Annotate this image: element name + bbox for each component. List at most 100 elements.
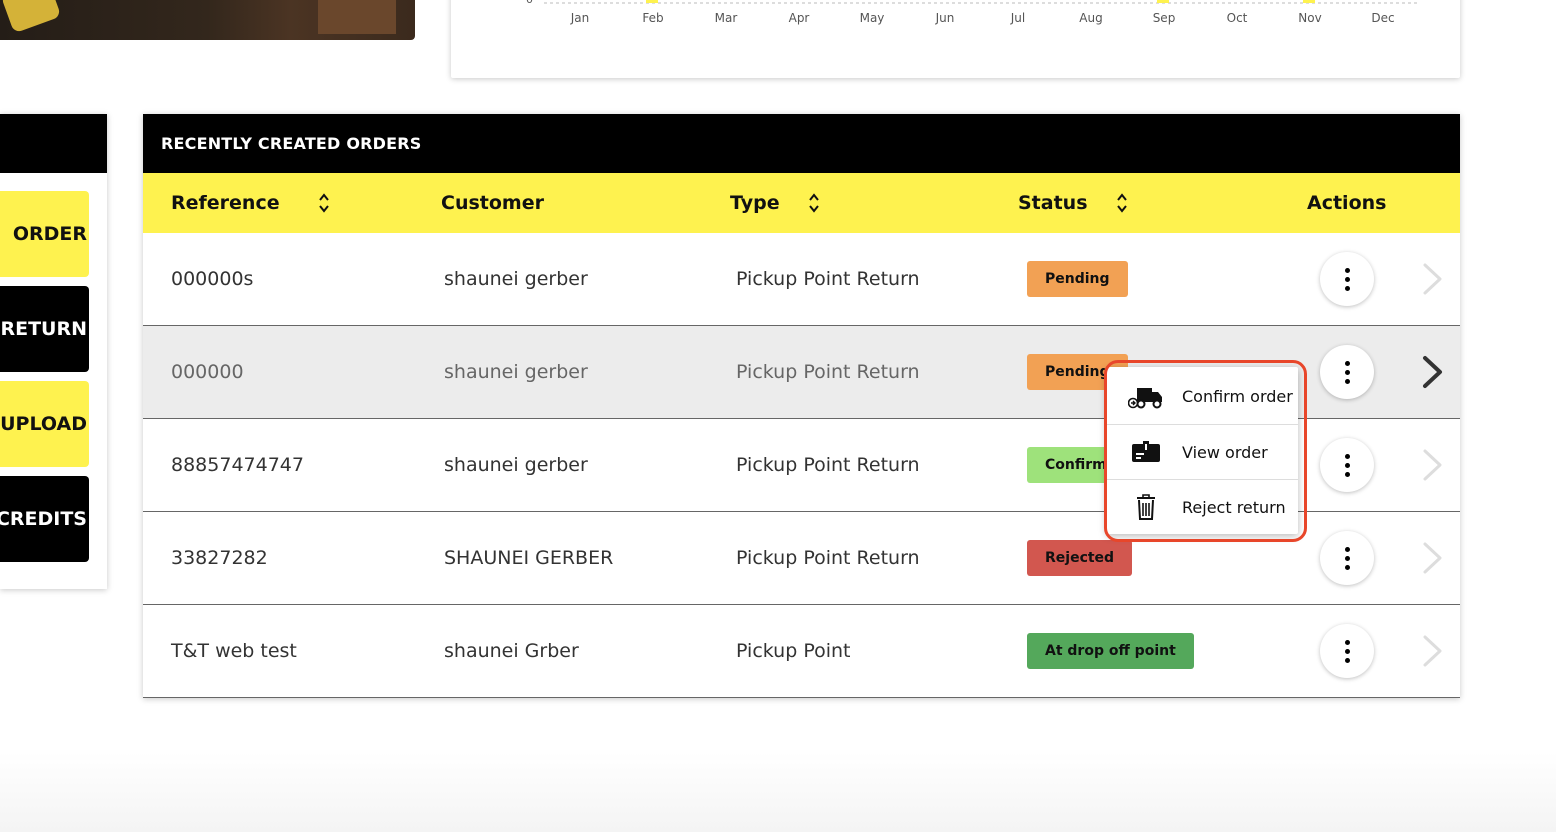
chart-month-label: May	[860, 11, 885, 25]
quick-actions-header	[0, 114, 107, 173]
chart-month-label: Jun	[935, 11, 955, 25]
orders-chart-card: 0 Jan Feb Mar Apr May Jun Jul Aug Sep Oct Nov Dec	[451, 0, 1460, 78]
chart-month-label: Feb	[642, 11, 663, 25]
column-header-customer: Customer	[441, 173, 544, 233]
menu-item-view-order[interactable]: View order	[1106, 424, 1298, 479]
upload-button-label: UPLOAD	[0, 413, 87, 435]
banner-image	[0, 0, 415, 40]
cell-reference: 33827282	[171, 547, 268, 569]
recent-orders-title: RECENTLY CREATED ORDERS	[143, 114, 1460, 173]
chart-month-label: Oct	[1227, 11, 1248, 25]
orders-table-header: Reference Customer Type Status Actions	[143, 173, 1460, 233]
column-header-actions: Actions	[1307, 173, 1386, 233]
column-header-customer-label: Customer	[441, 192, 544, 214]
kebab-dot	[1344, 648, 1350, 654]
chart-month-label: Mar	[715, 11, 738, 25]
banner-image-parcel	[318, 0, 396, 34]
trash-icon	[1137, 494, 1155, 520]
column-header-type[interactable]: Type	[730, 173, 820, 233]
upload-button[interactable]: UPLOAD	[0, 381, 89, 467]
chevron-right-icon[interactable]	[1419, 447, 1447, 483]
column-header-status-label: Status	[1018, 192, 1088, 214]
cell-type: Pickup Point	[736, 640, 851, 662]
cell-type: Pickup Point Return	[736, 547, 920, 569]
kebab-dot	[1344, 546, 1350, 552]
column-header-type-label: Type	[730, 192, 780, 214]
chevron-right-icon[interactable]	[1419, 633, 1447, 669]
cell-customer: SHAUNEI GERBER	[444, 547, 614, 569]
status-badge: Rejected	[1027, 540, 1133, 576]
chart-month-label: Aug	[1079, 11, 1102, 25]
status-badge: Confirmed	[1027, 447, 1111, 483]
cell-type: Pickup Point Return	[736, 268, 920, 290]
more-actions-button[interactable]	[1320, 438, 1374, 492]
cell-customer: shaunei gerber	[444, 454, 588, 476]
chart-bar-feb	[646, 0, 658, 3]
kebab-dot	[1344, 564, 1350, 570]
status-badge: Pending	[1027, 261, 1128, 297]
cell-customer: shaunei gerber	[444, 268, 588, 290]
order-box-icon	[1132, 441, 1160, 462]
chevron-right-icon[interactable]	[1419, 354, 1447, 390]
table-row[interactable]: T&T web test shaunei Grber Pickup Point At …	[143, 605, 1460, 698]
chart-bar-sep	[1157, 0, 1169, 3]
menu-item-confirm-order-label: Confirm order	[1182, 387, 1293, 406]
banner-image-logo-fragment	[0, 0, 62, 34]
column-header-reference-label: Reference	[171, 192, 280, 214]
more-actions-button[interactable]	[1320, 345, 1374, 399]
menu-item-confirm-order[interactable]: Confirm order	[1106, 369, 1298, 424]
column-header-actions-label: Actions	[1307, 192, 1387, 214]
kebab-dot	[1344, 471, 1350, 477]
kebab-dot	[1344, 369, 1350, 375]
orders-chart: 0 Jan Feb Mar Apr May Jun Jul Aug Sep Oct Nov Dec	[526, 0, 1417, 25]
kebab-dot	[1344, 276, 1350, 282]
chart-bar-nov	[1303, 0, 1315, 3]
credits-button[interactable]: CREDITS	[0, 476, 89, 562]
more-actions-button[interactable]	[1320, 624, 1374, 678]
chevron-right-icon[interactable]	[1419, 261, 1447, 297]
cell-type: Pickup Point Return	[736, 361, 920, 383]
cell-customer: shaunei gerber	[444, 361, 588, 383]
kebab-dot	[1344, 639, 1350, 645]
sort-icon[interactable]	[808, 192, 820, 214]
kebab-dot	[1344, 657, 1350, 663]
chevron-right-icon[interactable]	[1419, 540, 1447, 576]
credits-button-label: CREDITS	[0, 508, 87, 530]
column-header-status[interactable]: Status	[1018, 173, 1128, 233]
kebab-dot	[1344, 360, 1350, 366]
kebab-dot	[1344, 453, 1350, 459]
delivery-truck-icon	[1128, 387, 1162, 408]
kebab-dot	[1344, 267, 1350, 273]
kebab-dot	[1344, 462, 1350, 468]
more-actions-button[interactable]	[1320, 531, 1374, 585]
cell-reference: 000000s	[171, 268, 254, 290]
kebab-dot	[1344, 378, 1350, 384]
chart-month-label: Nov	[1298, 11, 1321, 25]
cell-customer: shaunei Grber	[444, 640, 579, 662]
chart-month-label: Jul	[1010, 11, 1025, 25]
cell-type: Pickup Point Return	[736, 454, 920, 476]
create-order-button[interactable]: ORDER	[0, 191, 89, 277]
order-actions-menu: Confirm order View order Reject return	[1106, 367, 1298, 534]
create-return-button-label: RETURN	[0, 318, 87, 340]
cell-reference: 000000	[171, 361, 244, 383]
status-badge: At drop off point	[1027, 633, 1194, 669]
bottom-fade	[0, 752, 1556, 832]
kebab-dot	[1344, 555, 1350, 561]
sort-icon[interactable]	[1116, 192, 1128, 214]
menu-item-view-order-label: View order	[1182, 442, 1268, 462]
menu-item-reject-return-label: Reject return	[1182, 497, 1286, 517]
more-actions-button[interactable]	[1320, 252, 1374, 306]
chart-month-label: Sep	[1153, 11, 1176, 25]
chart-month-label: Jan	[570, 11, 590, 25]
create-order-button-label: ORDER	[12, 223, 87, 245]
chart-month-label: Dec	[1371, 11, 1394, 25]
menu-item-reject-return[interactable]: Reject return	[1106, 479, 1298, 534]
column-header-reference[interactable]: Reference	[171, 173, 330, 233]
sort-icon[interactable]	[318, 192, 330, 214]
kebab-dot	[1344, 285, 1350, 291]
table-row[interactable]: 000000s shaunei gerber Pickup Point Return…	[143, 233, 1460, 326]
cell-reference: T&T web test	[171, 640, 297, 662]
chart-y-tick: 0	[526, 0, 533, 6]
create-return-button[interactable]: RETURN	[0, 286, 89, 372]
